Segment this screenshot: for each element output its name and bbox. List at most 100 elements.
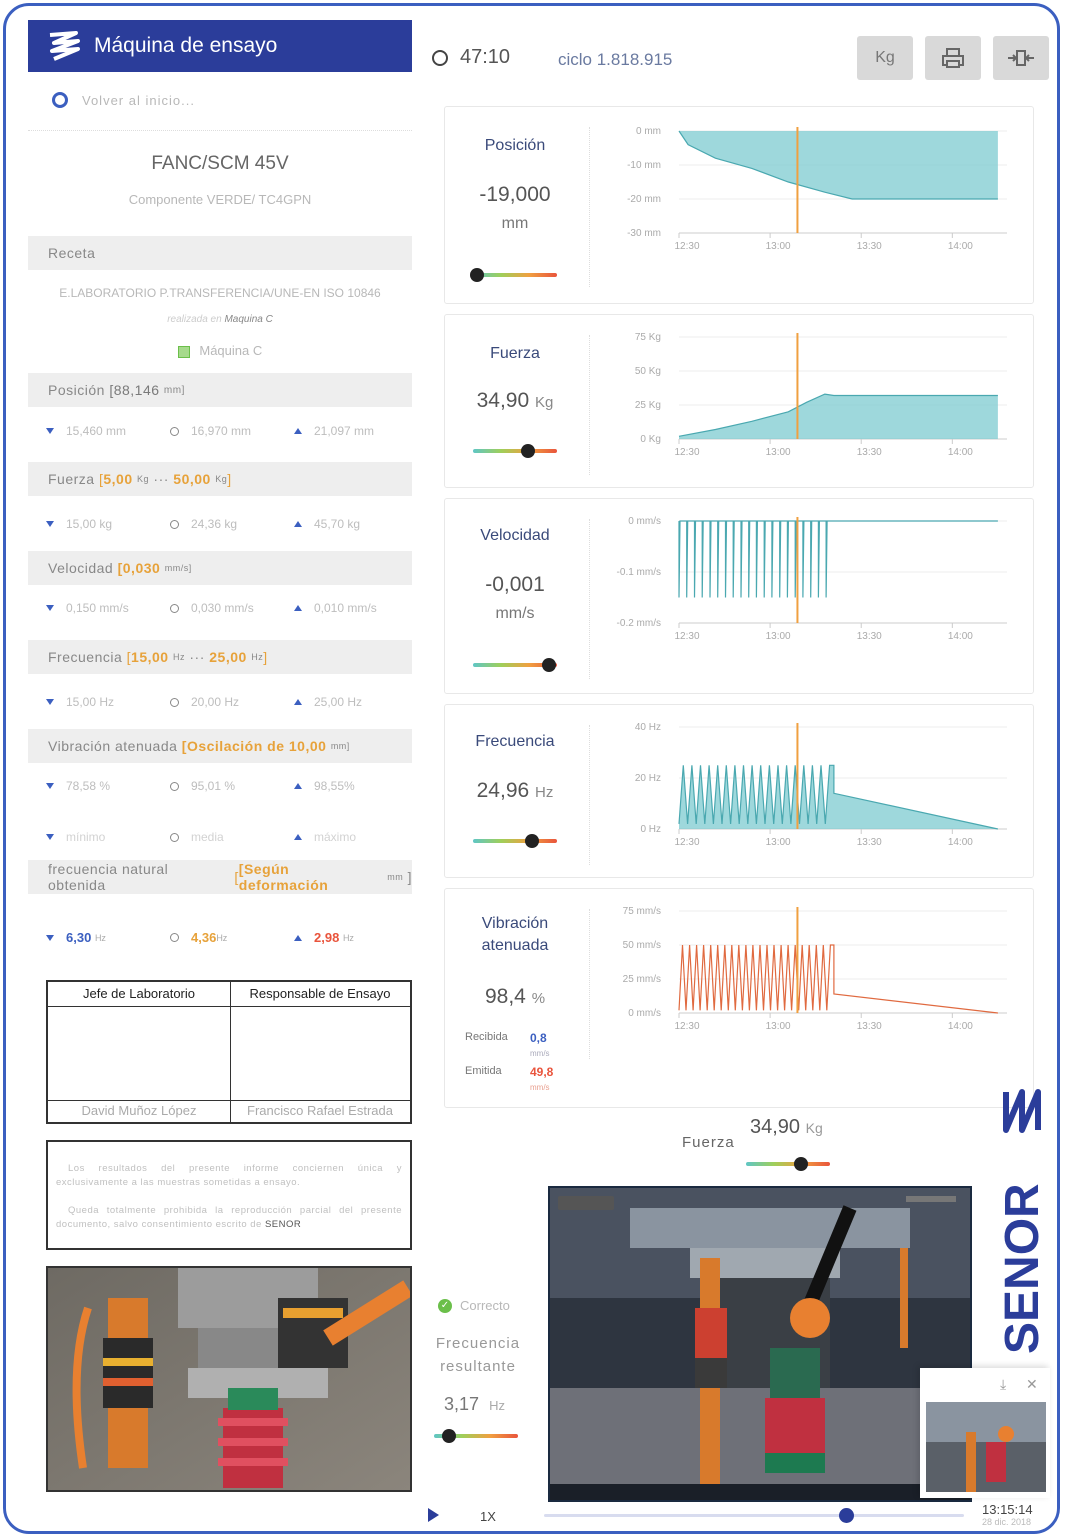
- sig-header-2: Responsable de Ensayo: [230, 982, 410, 1007]
- section-posicion: Posición [88,146 mm]: [28, 373, 412, 407]
- x-tick-label: 13:00: [766, 837, 791, 848]
- y-tick-label: 0 mm/s: [628, 516, 661, 527]
- y-tick-label: -0.1 mm/s: [617, 567, 661, 578]
- card-posicion-title: Posición: [484, 137, 546, 154]
- brand-text: SENOR: [996, 1183, 1046, 1354]
- y-tick-label: 50 Kg: [635, 366, 661, 377]
- recipe-text: E.LABORATORIO P.TRANSFERENCIA/UNE-EN ISO…: [59, 286, 381, 300]
- recipe-header: Receta: [28, 236, 412, 270]
- print-button[interactable]: [925, 36, 981, 80]
- emit-label: Emitida: [465, 1065, 502, 1077]
- video-force-slider: [746, 1157, 830, 1171]
- x-tick-label: 13:00: [766, 1021, 791, 1032]
- frecuencia-stats: 15,00 Hz 20,00 Hz 25,00 Hz: [46, 695, 396, 709]
- video-window-controls[interactable]: [558, 1196, 614, 1210]
- component-model: FANC/SCM 45V: [151, 153, 289, 174]
- y-tick-label: -20 mm: [627, 194, 661, 205]
- compress-icon: [1008, 50, 1034, 66]
- sig-name-1: David Muñoz López: [81, 1103, 197, 1118]
- back-icon: [52, 92, 68, 108]
- download-icon[interactable]: ⤓: [1000, 1376, 1006, 1393]
- x-tick-label: 13:30: [857, 447, 882, 458]
- unit-kg-button[interactable]: Kg: [857, 36, 913, 80]
- recv-label: Recibida: [465, 1031, 508, 1043]
- component-subtitle: Componente VERDE/ TC4GPN: [128, 192, 312, 207]
- card-vibracion: Vibración atenuada 98,4 % Recibida 0,8 m…: [444, 888, 1034, 1108]
- video-player[interactable]: [548, 1186, 972, 1502]
- back-link-label: Volver al inicio...: [82, 92, 195, 108]
- posicion-stats: 15,460 mm 16,970 mm 21,097 mm: [46, 424, 396, 438]
- timer: 47:10: [432, 46, 510, 69]
- video-time: 13:15:14: [982, 1502, 1033, 1517]
- series-line: [678, 520, 998, 598]
- freq-result-label: Frecuencia resultante: [435, 1335, 521, 1375]
- machine-checkbox[interactable]: Máquina C: [28, 343, 412, 358]
- vibracion-stats: 78,58 % 95,01 % 98,55%: [46, 779, 396, 793]
- card-posicion: Posición -19,000 mm 0 mm -10 mm -20 mm -30 …: [444, 106, 1034, 304]
- y-tick-label: 75 mm/s: [623, 906, 661, 917]
- y-tick-label: 75 Kg: [635, 332, 661, 343]
- play-icon[interactable]: [428, 1508, 439, 1522]
- max-icon: [294, 428, 302, 434]
- section-frecuencia: Frecuencia [15,00 Hz ··· 25,00 Hz]: [28, 640, 412, 674]
- check-circle-icon: ✓: [438, 1298, 452, 1313]
- x-tick-label: 14:00: [948, 241, 973, 252]
- avg-icon: [170, 426, 179, 436]
- slider-knob: [470, 268, 485, 282]
- speed-button[interactable]: 1X: [480, 1509, 496, 1524]
- min-icon: [46, 428, 54, 434]
- back-link[interactable]: Volver al inicio...: [52, 92, 195, 108]
- x-tick-label: 12:30: [674, 837, 699, 848]
- x-tick-label: 14:00: [948, 631, 973, 642]
- x-tick-label: 12:30: [674, 1021, 699, 1032]
- card-vibracion-value: 98,4: [484, 985, 526, 1008]
- fuerza-stats: 15,00 kg 24,36 kg 45,70 kg: [46, 517, 396, 531]
- cycle-count: ciclo 1.818.915: [558, 50, 673, 69]
- check-square-icon: [177, 345, 190, 358]
- y-tick-label: 0 Kg: [640, 434, 661, 445]
- machine-label: Máquina C: [199, 343, 263, 358]
- y-tick-label: 0 mm/s: [628, 1008, 661, 1019]
- vibracion-stats-labels: mínimo media máximo: [46, 830, 396, 844]
- card-fuerza-title: Fuerza: [490, 345, 540, 362]
- y-tick-label: -30 mm: [627, 228, 661, 239]
- video-date: 28 dic. 2018: [982, 1517, 1032, 1527]
- x-tick-label: 13:00: [766, 447, 791, 458]
- freq-result-slider: [434, 1429, 518, 1443]
- sig-name-2: Francisco Rafael Estrada: [247, 1103, 393, 1118]
- app-header: Máquina de ensayo: [28, 20, 412, 72]
- section-velocidad: Velocidad [0,030 mm/s]: [28, 551, 412, 585]
- test-photo: [46, 1266, 412, 1492]
- card-posicion-value: -19,000: [479, 183, 551, 206]
- card-posicion-slider: [470, 268, 557, 282]
- status: ✓ Correcto: [438, 1298, 510, 1313]
- y-tick-label: 50 mm/s: [623, 940, 661, 951]
- y-tick-label: 40 Hz: [635, 722, 661, 733]
- y-tick-label: 20 Hz: [635, 773, 661, 784]
- y-tick-label: 25 mm/s: [623, 974, 661, 985]
- disclaimer: Los resultados del presente informe conc…: [46, 1140, 412, 1250]
- card-posicion-unit: mm: [501, 215, 529, 232]
- recipe-realized: realizada en Maquina C: [167, 314, 273, 325]
- x-tick-label: 13:30: [857, 1021, 882, 1032]
- y-tick-label: 0 mm: [636, 126, 661, 137]
- timeline-knob[interactable]: [839, 1508, 855, 1523]
- x-tick-label: 14:00: [948, 1021, 973, 1032]
- x-tick-label: 12:30: [674, 241, 699, 252]
- compress-button[interactable]: [993, 36, 1049, 80]
- card-velocidad-unit: mm/s: [495, 605, 535, 622]
- sig-header-1: Jefe de Laboratorio: [48, 982, 231, 1007]
- card-fuerza-value: 34,90: [476, 389, 530, 412]
- section-vibracion: Vibración atenuada [Oscilación de 10,00 …: [28, 729, 412, 763]
- close-icon[interactable]: ✕: [1026, 1376, 1038, 1393]
- timeline-slider[interactable]: [544, 1508, 964, 1523]
- card-frecuencia-slider: [473, 834, 557, 848]
- x-tick-label: 12:30: [674, 631, 699, 642]
- video-volume[interactable]: [906, 1196, 956, 1202]
- video-force-label: Fuerza: [682, 1134, 735, 1151]
- y-tick-label: 0 Hz: [640, 824, 661, 835]
- divider: [28, 130, 412, 131]
- x-tick-label: 13:30: [857, 241, 882, 252]
- thumbnail-image[interactable]: [926, 1402, 1046, 1492]
- x-tick-label: 13:00: [766, 631, 791, 642]
